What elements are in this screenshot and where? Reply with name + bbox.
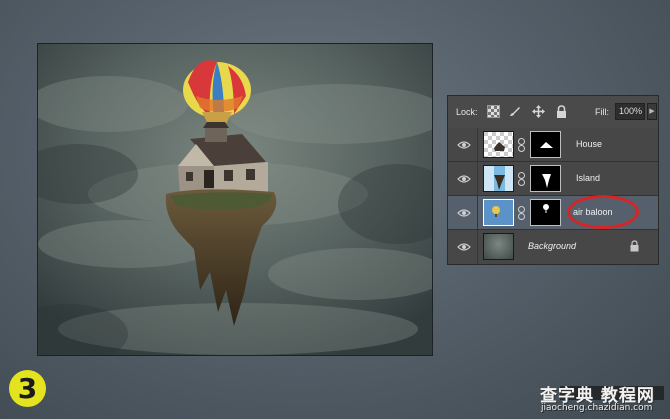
document-canvas[interactable]	[37, 43, 433, 356]
visibility-eye-icon[interactable]	[457, 206, 471, 220]
watermark-url: jiaocheng.chazidian.com	[541, 403, 653, 413]
layer-background[interactable]: Background	[448, 230, 658, 264]
layer-name[interactable]: Island	[576, 173, 600, 183]
link-chain-icon[interactable]	[517, 172, 526, 186]
link-chain-icon[interactable]	[517, 138, 526, 152]
lock-image-pixels-icon[interactable]	[508, 105, 521, 118]
layer-name[interactable]: Background	[528, 241, 576, 251]
lock-toolbar: Lock: Fill: 100% ▶	[448, 96, 658, 129]
visibility-eye-icon[interactable]	[457, 240, 471, 254]
fill-input[interactable]: 100%	[615, 103, 645, 120]
layer-house[interactable]: House	[448, 128, 658, 162]
floating-island-artwork	[38, 44, 432, 355]
layer-thumbnail-background	[483, 233, 514, 260]
layer-lock-icon	[630, 240, 639, 252]
fill-label: Fill:	[595, 107, 609, 117]
highlight-oval	[567, 195, 639, 229]
step-number-badge: 3	[9, 370, 46, 407]
lock-position-icon[interactable]	[532, 105, 545, 118]
layer-thumbnail-house	[483, 131, 514, 158]
layer-mask-island[interactable]	[530, 165, 561, 192]
link-chain-icon[interactable]	[517, 206, 526, 220]
layer-thumbnail-air-baloon	[483, 199, 514, 226]
layers-panel: Lock: Fill: 100% ▶ House Island air balo…	[447, 95, 659, 265]
lock-all-icon[interactable]	[555, 105, 568, 118]
layer-name[interactable]: House	[576, 139, 602, 149]
layer-mask-house[interactable]	[530, 131, 561, 158]
visibility-eye-icon[interactable]	[457, 172, 471, 186]
layer-thumbnail-island	[483, 165, 514, 192]
layer-island[interactable]: Island	[448, 162, 658, 196]
visibility-eye-icon[interactable]	[457, 138, 471, 152]
lock-label: Lock:	[456, 107, 478, 117]
lock-transparent-pixels-icon[interactable]	[487, 105, 500, 118]
layer-mask-air-baloon[interactable]	[530, 199, 561, 226]
fill-dropdown-arrow[interactable]: ▶	[647, 103, 657, 120]
